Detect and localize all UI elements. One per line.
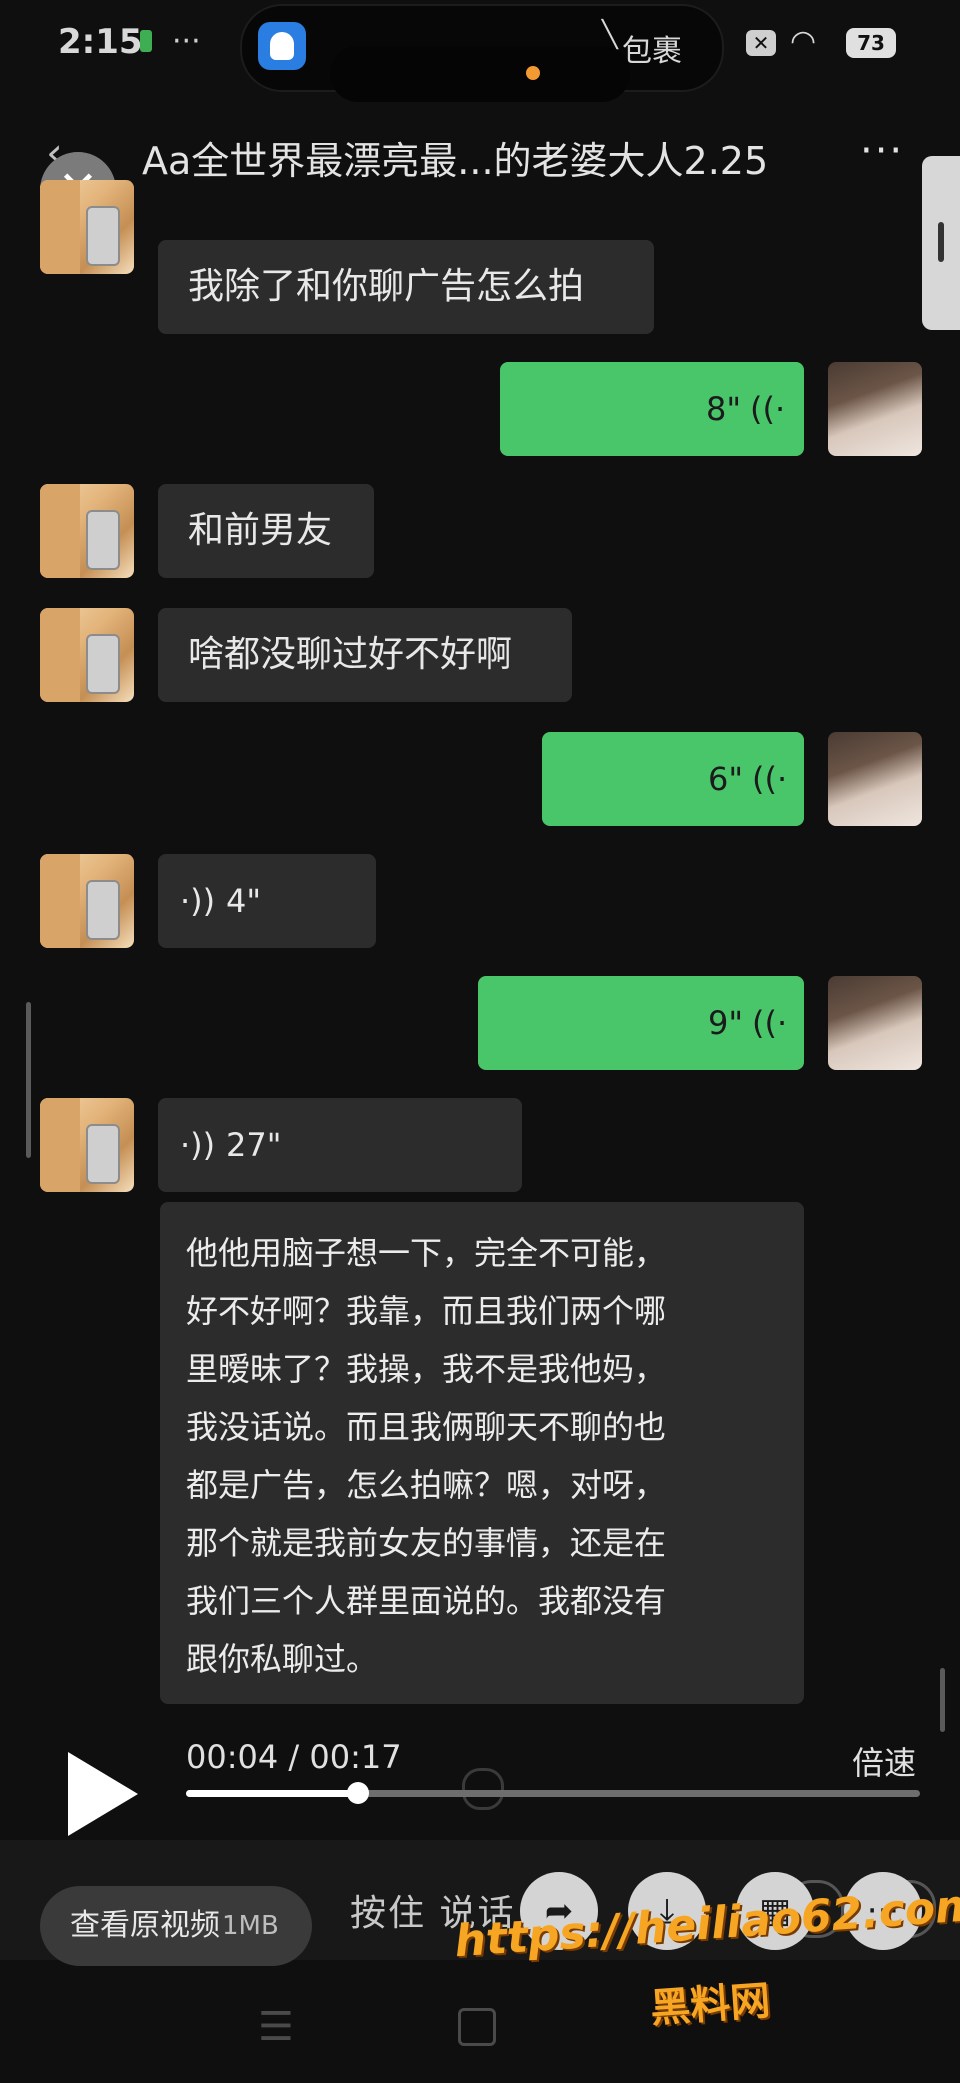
speed-button[interactable]: 倍速 bbox=[852, 1738, 916, 1784]
voice-mode-icon bbox=[462, 1768, 504, 1810]
video-size: 1MB bbox=[222, 1911, 279, 1941]
camera-cutout bbox=[330, 46, 630, 102]
voice-duration: 4" bbox=[226, 882, 262, 920]
transcript-line: 里暧昧了？我操，我不是我他妈， bbox=[186, 1350, 667, 1388]
contact-avatar[interactable] bbox=[40, 1098, 134, 1192]
handle-grip-icon bbox=[938, 222, 944, 262]
chat-title: Aa全世界最漂亮最...的老婆大人2.25 bbox=[142, 139, 769, 183]
view-original-video-button[interactable]: 查看原视频 1MB bbox=[40, 1886, 312, 1966]
voice-wave-icon: ((· bbox=[752, 760, 788, 798]
voice-wave-icon: ·)) bbox=[180, 1126, 216, 1164]
transcript-line: 都是广告，怎么拍嘛？嗯，对呀， bbox=[186, 1466, 667, 1504]
voice-wave-icon: ((· bbox=[750, 390, 786, 428]
voice-duration: 27" bbox=[226, 1126, 282, 1164]
contact-avatar[interactable] bbox=[40, 180, 134, 274]
voice-message-bubble[interactable]: 9" ((· bbox=[478, 976, 804, 1070]
playback-time: 00:04 / 00:17 bbox=[186, 1738, 402, 1776]
voice-duration: 9" bbox=[708, 1004, 744, 1042]
island-text: 包裹 bbox=[622, 34, 682, 69]
message-text: 啥都没聊过好不好啊 bbox=[188, 634, 513, 675]
transcript-line: 我们三个人群里面说的。我都没有 bbox=[186, 1582, 667, 1620]
transcript-line: 我没话说。而且我俩聊天不聊的也 bbox=[186, 1408, 667, 1446]
voice-wave-icon: ·)) bbox=[180, 882, 216, 920]
home-icon[interactable] bbox=[458, 2008, 496, 2046]
message-text: 我除了和你聊广告怎么拍 bbox=[188, 266, 585, 307]
voice-duration: 8" bbox=[706, 390, 742, 428]
voice-message-bubble[interactable]: 8" ((· bbox=[500, 362, 804, 456]
app-icon-glyph bbox=[270, 32, 294, 60]
progress-handle[interactable] bbox=[347, 1782, 369, 1804]
recording-dot-icon bbox=[526, 66, 540, 80]
more-options-icon[interactable]: ··· bbox=[860, 128, 904, 174]
my-avatar[interactable] bbox=[828, 976, 922, 1070]
contact-avatar[interactable] bbox=[40, 484, 134, 578]
scrollbar-left[interactable] bbox=[26, 1002, 31, 1158]
music-indicator-icon bbox=[140, 30, 152, 52]
status-dots: ··· bbox=[172, 24, 201, 59]
voice-message-bubble[interactable]: ·)) 27" bbox=[158, 1098, 522, 1192]
voice-duration: 6" bbox=[708, 760, 744, 798]
transcript-line: 跟你私聊过。 bbox=[186, 1640, 379, 1678]
transcript-line: 那个就是我前女友的事情，还是在 bbox=[186, 1524, 667, 1562]
view-original-label: 查看原视频 bbox=[70, 1908, 220, 1943]
contact-avatar[interactable] bbox=[40, 854, 134, 948]
island-separator: ╲ bbox=[602, 20, 618, 50]
status-time: 2:15 bbox=[58, 22, 143, 62]
watermark-name: 黑料网 bbox=[648, 1977, 772, 2033]
transcript-line: 他他用脑子想一下，完全不可能， bbox=[186, 1234, 667, 1272]
my-avatar[interactable] bbox=[828, 362, 922, 456]
message-bubble[interactable]: 和前男友 bbox=[158, 484, 374, 578]
progress-fill bbox=[186, 1790, 358, 1797]
message-bubble[interactable]: 啥都没聊过好不好啊 bbox=[158, 608, 572, 702]
close-square-icon: ✕ bbox=[746, 30, 776, 56]
voice-message-bubble[interactable]: 6" ((· bbox=[542, 732, 804, 826]
menu-icon[interactable]: ☰ bbox=[258, 2004, 294, 2050]
transcript-line: 好不好啊？我靠，而且我们两个哪 bbox=[186, 1292, 667, 1330]
my-avatar[interactable] bbox=[828, 732, 922, 826]
voice-transcript[interactable]: 他他用脑子想一下，完全不可能， 好不好啊？我靠，而且我们两个哪 里暧昧了？我操，… bbox=[160, 1202, 804, 1704]
voice-wave-icon: ((· bbox=[752, 1004, 788, 1042]
contact-avatar[interactable] bbox=[40, 608, 134, 702]
play-icon[interactable] bbox=[68, 1752, 138, 1836]
battery-level: 73 bbox=[846, 28, 896, 58]
wifi-icon: ◠ bbox=[790, 24, 817, 59]
message-bubble[interactable]: 我除了和你聊广告怎么拍 bbox=[158, 240, 654, 334]
voice-message-bubble[interactable]: ·)) 4" bbox=[158, 854, 376, 948]
message-text: 和前男友 bbox=[188, 510, 333, 551]
scrollbar-right[interactable] bbox=[940, 1668, 945, 1732]
